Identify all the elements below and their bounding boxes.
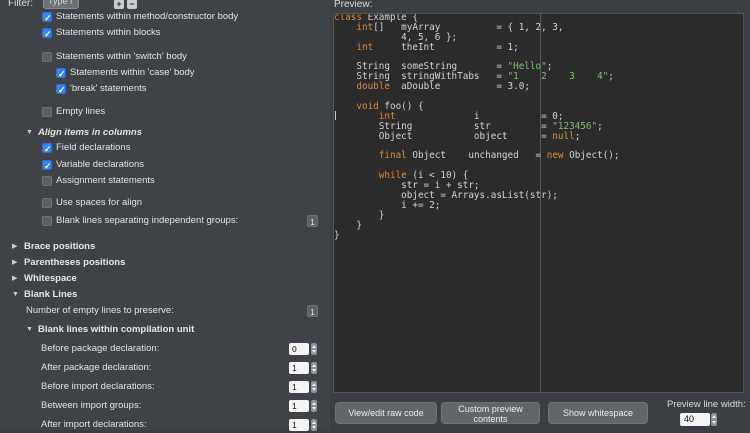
- code-line: double aDouble = 3.0;: [334, 82, 620, 92]
- option-assignment-statements[interactable]: Assignment statements: [0, 173, 330, 189]
- option-blank-lines-separating[interactable]: Blank lines separating independent group…: [0, 213, 330, 229]
- code-token: ;: [608, 71, 614, 83]
- code-token: null: [552, 130, 575, 142]
- disclosure-open-icon[interactable]: ▼: [26, 322, 33, 338]
- code-token: aDouble = 3.0;: [389, 81, 530, 93]
- section-blank-lines-cu[interactable]: ▼ Blank lines within compilation unit: [0, 322, 330, 338]
- option-empty-lines[interactable]: Empty lines: [0, 104, 330, 120]
- num-empty-lines-value[interactable]: 1: [307, 305, 318, 317]
- disclosure-closed-icon[interactable]: ▶: [12, 239, 17, 255]
- after-package-input[interactable]: 1: [289, 362, 309, 374]
- after-import-input[interactable]: 1: [289, 419, 309, 431]
- code-token: final: [378, 150, 407, 162]
- preview-line-width-label: Preview line width:: [667, 399, 746, 410]
- settings-panel: Filter: Type f + − Statements within met…: [0, 0, 330, 433]
- checkbox-checked[interactable]: [42, 26, 52, 42]
- option-use-spaces-align[interactable]: Use spaces for align: [0, 195, 330, 211]
- checkbox-unchecked[interactable]: [42, 176, 52, 186]
- custom-preview-button[interactable]: Custom preview contents: [441, 402, 540, 424]
- checkbox-unchecked[interactable]: [42, 107, 52, 117]
- preview-panel: Preview: class Example { int[] myArray =…: [330, 0, 750, 430]
- preview-label: Preview:: [334, 0, 373, 10]
- filter-input[interactable]: Type f: [43, 0, 79, 9]
- blank-lines-separating-value[interactable]: 1: [307, 215, 318, 227]
- option-num-empty-lines: Number of empty lines to preserve: 1: [0, 303, 330, 319]
- before-import-input[interactable]: 1: [289, 381, 309, 393]
- checkbox-checked[interactable]: [42, 158, 52, 174]
- section-brace-positions[interactable]: ▶ Brace positions: [0, 239, 330, 255]
- stepper-icon[interactable]: [711, 413, 717, 426]
- checkbox-checked[interactable]: [56, 66, 66, 82]
- disclosure-closed-icon[interactable]: ▶: [12, 271, 17, 287]
- text-cursor: [335, 111, 336, 120]
- code-token: ;: [597, 120, 603, 132]
- checkbox-unchecked[interactable]: [42, 198, 52, 208]
- code-token: ;: [574, 130, 581, 142]
- plus-icon[interactable]: +: [114, 0, 124, 9]
- code-token: int: [356, 41, 374, 53]
- between-import-groups-input[interactable]: 1: [289, 400, 309, 412]
- option-statements-blocks[interactable]: Statements within blocks: [0, 25, 330, 42]
- stepper-icon[interactable]: [311, 381, 317, 393]
- code-token: new: [546, 150, 564, 162]
- section-blank-lines[interactable]: ▼ Blank Lines: [0, 287, 330, 303]
- checkbox-checked[interactable]: [42, 141, 52, 157]
- code-line: }: [334, 220, 620, 231]
- code-line: Object object = null;: [334, 130, 620, 142]
- show-whitespace-button[interactable]: Show whitespace: [548, 402, 648, 424]
- checkbox-unchecked[interactable]: [42, 216, 52, 226]
- code-line: final Object unchanged = new Object();: [334, 151, 620, 161]
- disclosure-closed-icon[interactable]: ▶: [12, 255, 17, 271]
- code-token: double: [356, 81, 390, 93]
- stepper-icon[interactable]: [311, 400, 317, 412]
- stepper-icon[interactable]: [311, 343, 317, 355]
- option-variable-declarations[interactable]: Variable declarations: [0, 157, 330, 174]
- code-line: }: [334, 229, 620, 241]
- option-before-import: Before import declarations: 1: [0, 379, 330, 395]
- disclosure-open-icon[interactable]: ▼: [12, 287, 19, 303]
- preview-line-width-input[interactable]: 40: [680, 413, 710, 426]
- code-token: Object();: [563, 150, 620, 162]
- stepper-icon[interactable]: [311, 362, 317, 374]
- code-preview[interactable]: class Example { int[] myArray = { 1, 2, …: [333, 13, 744, 393]
- option-after-package: After package declaration: 1: [0, 360, 330, 376]
- option-field-declarations[interactable]: Field declarations: [0, 140, 330, 157]
- code-token: Object object =: [334, 130, 553, 142]
- stepper-icon[interactable]: [311, 419, 317, 431]
- option-after-import: After import declarations: 1: [0, 417, 330, 433]
- code-line: }: [334, 210, 620, 221]
- code-token: theInt = 1;: [373, 41, 519, 53]
- checkbox-unchecked[interactable]: [42, 52, 52, 62]
- section-align-items[interactable]: ▼ Align items in columns: [0, 125, 330, 141]
- view-edit-raw-button[interactable]: View/edit raw code: [335, 402, 437, 424]
- checkbox-checked[interactable]: [56, 82, 66, 98]
- code-text: class Example { int[] myArray = { 1, 2, …: [334, 14, 620, 241]
- checkbox-checked[interactable]: [42, 10, 52, 26]
- disclosure-open-icon[interactable]: ▼: [26, 125, 33, 141]
- option-statements-switch-body[interactable]: Statements within 'switch' body: [0, 49, 330, 65]
- section-whitespace[interactable]: ▶ Whitespace: [0, 271, 330, 287]
- option-before-package: Before package declaration: 0: [0, 341, 330, 357]
- code-token: Object unchanged =: [406, 150, 547, 162]
- option-between-import-groups: Between import groups: 1: [0, 398, 330, 414]
- code-token: }: [334, 229, 340, 241]
- filter-label: Filter:: [8, 0, 33, 9]
- code-line: int theInt = 1;: [334, 41, 620, 53]
- minus-icon[interactable]: −: [127, 0, 137, 9]
- section-parentheses-positions[interactable]: ▶ Parentheses positions: [0, 255, 330, 271]
- before-package-input[interactable]: 0: [289, 343, 309, 355]
- option-statements-case-body[interactable]: Statements within 'case' body: [0, 65, 330, 82]
- option-break-statements[interactable]: 'break' statements: [0, 81, 330, 98]
- option-statements-method-body[interactable]: Statements within method/constructor bod…: [0, 9, 330, 26]
